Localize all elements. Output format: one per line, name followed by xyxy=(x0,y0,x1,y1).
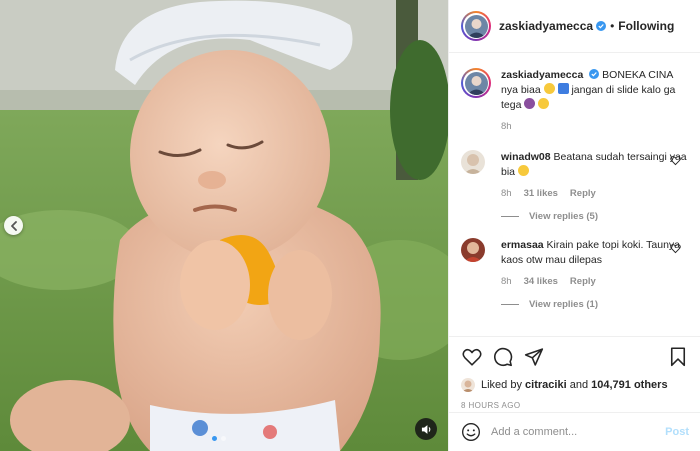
reply-button[interactable]: Reply xyxy=(570,188,596,199)
grinning-sweat-emoji-icon xyxy=(517,165,529,176)
share-button[interactable] xyxy=(523,346,545,368)
paper-plane-icon xyxy=(524,348,544,366)
view-replies-button[interactable]: View replies (1) xyxy=(501,299,689,310)
caption-meta: 8h xyxy=(501,121,689,132)
carousel-indicator xyxy=(212,436,226,441)
grinning-sweat-emoji-icon xyxy=(543,83,555,94)
caption-time[interactable]: 8h xyxy=(501,121,512,132)
comment-text: ermasaa Kirain pake topi koki. Taunya ka… xyxy=(501,238,689,268)
verified-badge-icon xyxy=(589,69,600,79)
post-timestamp[interactable]: 8 HOURS AGO xyxy=(461,401,689,410)
comment-meta: 8h 34 likes Reply xyxy=(501,276,689,287)
comment-item: ermasaa Kirain pake topi koki. Taunya ka… xyxy=(461,222,689,310)
like-button[interactable] xyxy=(461,346,483,368)
liked-by-and: and xyxy=(569,379,589,391)
speaker-icon xyxy=(421,424,430,434)
profile-picture xyxy=(464,14,488,38)
comment-text: winadw08 Beatana sudah tersaingi yaa bia xyxy=(501,150,689,180)
comments-list[interactable]: zaskiadyamecca BONEKA CINA nya biaa jang… xyxy=(449,54,700,334)
person-gesturing-no-emoji-icon xyxy=(524,98,536,109)
bookmark-icon xyxy=(670,347,686,367)
view-replies-button[interactable]: View replies (5) xyxy=(501,211,689,222)
comment-likes[interactable]: 34 likes xyxy=(524,276,558,287)
previous-slide-button[interactable] xyxy=(4,216,23,235)
add-comment-input[interactable] xyxy=(491,426,666,438)
comment-meta: 8h 31 likes Reply xyxy=(501,188,689,199)
action-icons-row xyxy=(461,345,689,369)
view-replies-label: View replies (1) xyxy=(529,299,598,310)
caption: zaskiadyamecca BONEKA CINA nya biaa jang… xyxy=(461,54,689,136)
header-username[interactable]: zaskiadyamecca xyxy=(499,19,593,33)
avatar[interactable] xyxy=(461,378,475,392)
liked-by-count[interactable]: 104,791 others xyxy=(591,379,667,391)
post-media[interactable] xyxy=(0,0,448,451)
post-photo xyxy=(0,0,448,451)
profile-picture xyxy=(464,71,488,95)
divider xyxy=(501,216,519,217)
heart-icon xyxy=(462,348,482,366)
comment-button[interactable] xyxy=(492,346,514,368)
emoji-smile-icon[interactable] xyxy=(461,422,481,442)
caption-text: zaskiadyamecca BONEKA CINA nya biaa jang… xyxy=(501,68,689,113)
post-comment-button[interactable]: Post xyxy=(665,426,689,438)
post-panel: zaskiadyamecca • Following zaskiadyamecc… xyxy=(448,0,700,451)
sound-toggle-button[interactable] xyxy=(415,418,437,440)
avatar[interactable] xyxy=(461,68,491,98)
comment-time[interactable]: 8h xyxy=(501,188,512,199)
comment-time[interactable]: 8h xyxy=(501,276,512,287)
save-button[interactable] xyxy=(667,346,689,368)
heart-icon[interactable] xyxy=(670,155,681,166)
following-button[interactable]: Following xyxy=(618,19,674,33)
carousel-dot xyxy=(212,436,217,441)
likes-summary: Liked by citraciki and 104,791 others xyxy=(461,378,689,392)
chevron-left-icon xyxy=(10,220,17,231)
post-header: zaskiadyamecca • Following xyxy=(449,0,700,53)
comment-item: winadw08 Beatana sudah tersaingi yaa bia… xyxy=(461,136,689,222)
blue-heart-emoji-icon xyxy=(557,83,569,94)
avatar[interactable] xyxy=(461,150,485,174)
post-actions: Liked by citraciki and 104,791 others 8 … xyxy=(449,336,700,410)
header-separator: • xyxy=(610,19,615,33)
comment-bubble-icon xyxy=(494,347,513,367)
avatar[interactable] xyxy=(461,11,491,41)
liked-by-prefix: Liked by xyxy=(481,379,522,391)
comment-likes[interactable]: 31 likes xyxy=(524,188,558,199)
divider xyxy=(501,304,519,305)
caption-username[interactable]: zaskiadyamecca xyxy=(501,69,583,81)
verified-badge-icon xyxy=(596,21,607,31)
liked-by-user[interactable]: citraciki xyxy=(525,379,567,391)
carousel-dot xyxy=(221,436,226,441)
heart-icon[interactable] xyxy=(670,243,681,254)
add-comment-bar: Post xyxy=(449,412,700,451)
comment-username[interactable]: winadw08 xyxy=(501,151,551,163)
upside-down-face-emoji-icon xyxy=(538,98,550,109)
comment-username[interactable]: ermasaa xyxy=(501,239,544,251)
view-replies-label: View replies (5) xyxy=(529,211,598,222)
avatar[interactable] xyxy=(461,238,485,262)
reply-button[interactable]: Reply xyxy=(570,276,596,287)
